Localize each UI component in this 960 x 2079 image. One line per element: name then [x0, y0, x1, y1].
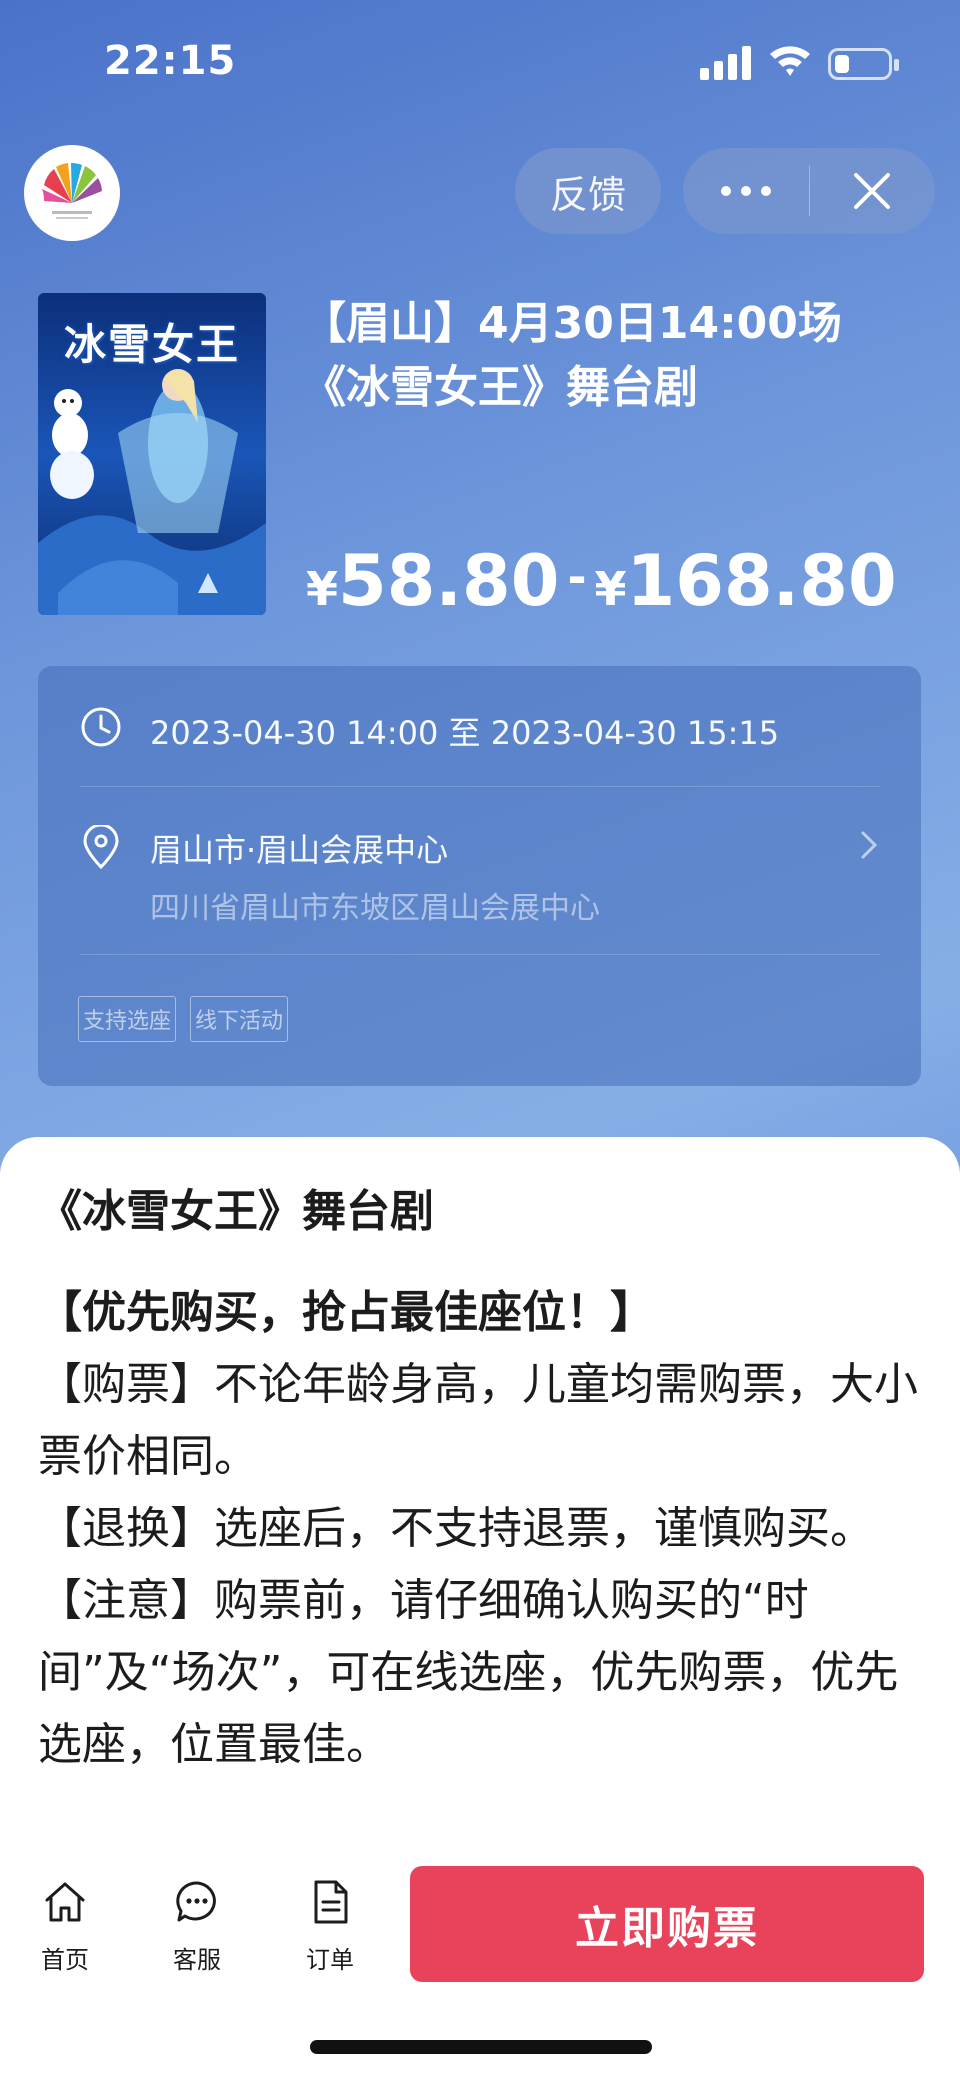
- nav-orders-label: 订单: [306, 1946, 354, 1974]
- chat-icon: [176, 1881, 216, 1922]
- price-currency: ¥: [306, 562, 339, 616]
- venue-row[interactable]: 眉山市·眉山会展中心 四川省眉山市东坡区眉山会展中心: [38, 821, 921, 931]
- nav-home[interactable]: 首页: [25, 1878, 105, 1975]
- home-indicator: [310, 2040, 652, 2054]
- price-min: 58.80: [338, 540, 560, 622]
- chevron-right-icon: [861, 831, 878, 859]
- tag-seat-selection: 支持选座: [78, 996, 177, 1042]
- sheet-title: 《冰雪女王》舞台剧: [38, 1186, 434, 1237]
- nav-customer-service[interactable]: 客服: [157, 1878, 237, 1975]
- event-info-card: 2023-04-30 14:00 至 2023-04-30 15:15 眉山市·…: [38, 666, 921, 1086]
- ellipsis-icon: [720, 186, 771, 196]
- description-paragraph: 【退换】选座后，不支持退票，谨慎购买。: [38, 1503, 874, 1554]
- event-poster[interactable]: 冰雪女王: [38, 293, 266, 615]
- divider: [80, 786, 880, 787]
- app-logo[interactable]: [24, 145, 120, 241]
- description-paragraph: 【注意】购票前，请仔细确认购买的“时间”及“场次”，可在线选座，优先购票，优先选…: [38, 1575, 899, 1770]
- venue-name: 眉山市·眉山会展中心: [150, 831, 449, 869]
- mini-program-capsule: [683, 148, 935, 234]
- price-currency: ¥: [594, 562, 627, 616]
- nav-orders[interactable]: 订单: [290, 1878, 370, 1975]
- nav-home-label: 首页: [41, 1946, 89, 1974]
- wifi-icon: [770, 46, 810, 76]
- event-tags: 支持选座 线下活动: [78, 996, 289, 1042]
- nav-customer-service-label: 客服: [173, 1946, 221, 1974]
- location-pin-icon: [83, 825, 119, 869]
- home-icon: [45, 1882, 85, 1922]
- battery-icon: [828, 48, 899, 80]
- event-description: 【优先购买，抢占最佳座位！】 【购票】不论年龄身高，儿童均需购票，大小票价相同。…: [38, 1277, 918, 1781]
- clock-icon: [81, 707, 121, 747]
- description-paragraph: 【购票】不论年龄身高，儿童均需购票，大小票价相同。: [38, 1359, 918, 1482]
- event-time-range: 2023-04-30 14:00 至 2023-04-30 15:15: [150, 714, 780, 752]
- status-bar: 22:15: [0, 0, 960, 130]
- description-headline: 【优先购买，抢占最佳座位！】: [38, 1287, 654, 1338]
- price-separator: -: [567, 550, 587, 604]
- more-button[interactable]: [683, 148, 809, 234]
- tag-offline-event: 线下活动: [190, 996, 289, 1042]
- event-time-row: 2023-04-30 14:00 至 2023-04-30 15:15: [38, 706, 921, 776]
- poster-title: 冰雪女王: [63, 320, 240, 369]
- venue-address: 四川省眉山市东坡区眉山会展中心: [150, 891, 600, 926]
- document-icon: [314, 1880, 348, 1924]
- product-title: 【眉山】4月30日14:00场《冰雪女王》舞台剧: [302, 298, 842, 413]
- price-range: ¥58.80- ¥168.80: [306, 540, 897, 622]
- buy-now-button[interactable]: 立即购票: [410, 1866, 924, 1982]
- price-max: 168.80: [626, 540, 897, 622]
- close-icon: [854, 173, 891, 209]
- divider: [80, 954, 880, 955]
- signal-icon: [700, 46, 751, 80]
- peacock-fan-logo: [42, 162, 102, 219]
- bottom-action-bar: 首页 客服 订单 立即购票: [0, 1862, 960, 2079]
- close-button[interactable]: [810, 148, 936, 234]
- status-time: 22:15: [104, 38, 237, 84]
- feedback-button[interactable]: 反馈: [515, 148, 661, 234]
